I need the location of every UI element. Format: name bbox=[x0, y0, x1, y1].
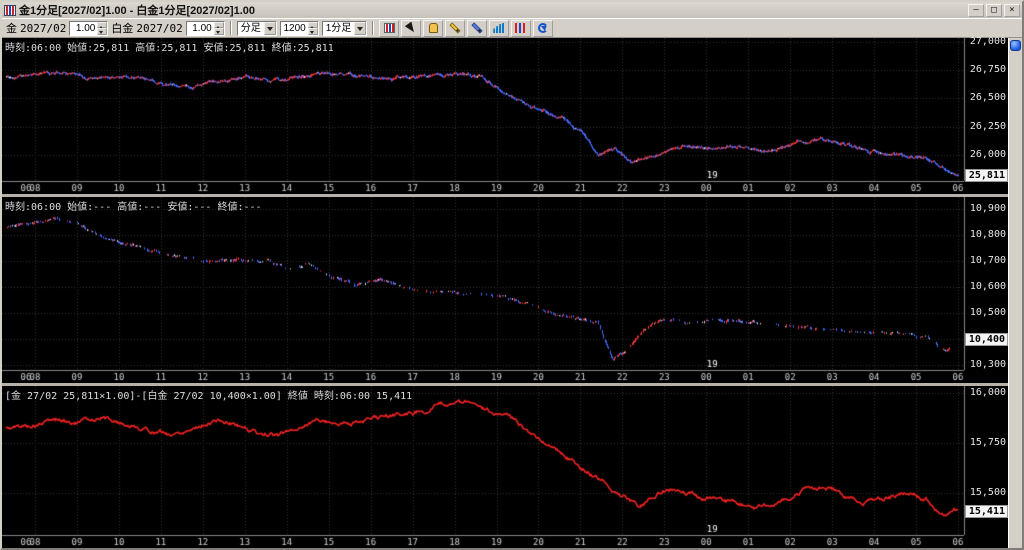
maximize-button[interactable]: □ bbox=[986, 3, 1002, 17]
y-axis-tick: 10,900 bbox=[969, 202, 1006, 214]
y-axis-tick: 10,700 bbox=[969, 254, 1006, 266]
bar-count-spinner[interactable]: 1200 bbox=[279, 20, 319, 36]
y-axis-tick: 10,300 bbox=[969, 359, 1006, 371]
spread-last-price-badge: 15,411 bbox=[965, 504, 1008, 518]
platinum-y-axis: 10,900 10,800 10,700 10,600 10,500 10,300 bbox=[965, 197, 1008, 383]
trendline-icon[interactable] bbox=[467, 19, 488, 37]
platinum-chart-panel[interactable]: 時刻:06:00 始値:--- 高値:--- 安値:--- 終値:--- 10,… bbox=[2, 194, 1008, 383]
chart-stack: 時刻:06:00 始値:25,811 高値:25,811 安値:25,811 終… bbox=[2, 35, 1008, 548]
chevron-down-icon[interactable] bbox=[263, 21, 276, 35]
window-title: 金1分足[2027/02]1.00 - 白金1分足[2027/02]1.00 bbox=[19, 5, 256, 17]
bar-count-value: 1200 bbox=[283, 22, 306, 34]
timeframe-value: 1分足 bbox=[325, 22, 352, 34]
hand-icon[interactable] bbox=[423, 19, 444, 37]
gold-label: 金 bbox=[6, 23, 17, 35]
two-color-chart-icon[interactable] bbox=[511, 19, 532, 37]
refresh-icon[interactable] bbox=[533, 19, 554, 37]
pencil-icon[interactable] bbox=[445, 19, 466, 37]
y-axis-tick: 10,500 bbox=[969, 307, 1006, 319]
y-axis-tick: 10,600 bbox=[969, 281, 1006, 292]
cursor-icon[interactable] bbox=[401, 19, 422, 37]
chart-type-dropdown[interactable]: 分足 bbox=[236, 20, 277, 36]
platinum-chart-canvas bbox=[2, 197, 1008, 383]
spinner-arrows-icon[interactable] bbox=[213, 21, 224, 35]
gold-ratio-value: 1.00 bbox=[75, 22, 96, 34]
y-axis-tick: 15,500 bbox=[969, 486, 1006, 498]
platinum-chart-info: 時刻:06:00 始値:--- 高値:--- 安値:--- 終値:--- bbox=[5, 202, 262, 213]
y-axis-tick: 15,750 bbox=[969, 436, 1006, 448]
window-controls: – □ × bbox=[968, 3, 1020, 17]
y-axis-tick: 26,750 bbox=[969, 63, 1006, 75]
toolbar: 金 2027/02 1.00 白金 2027/02 1.00 分足 1200 1… bbox=[2, 18, 1022, 38]
toolbar-separator bbox=[229, 21, 232, 35]
window-body: 時刻:06:00 始値:25,811 高値:25,811 安値:25,811 終… bbox=[2, 35, 1022, 548]
platinum-ratio-spinner[interactable]: 1.00 bbox=[185, 20, 225, 36]
chart-type-value: 分足 bbox=[240, 22, 261, 34]
y-axis-tick: 10,800 bbox=[969, 228, 1006, 240]
gold-last-price-badge: 25,811 bbox=[965, 169, 1008, 182]
spread-chart-canvas bbox=[2, 386, 1008, 548]
spread-y-axis: 16,000 15,750 15,500 bbox=[965, 386, 1008, 548]
spinner-arrows-icon[interactable] bbox=[307, 21, 318, 35]
right-side-strip bbox=[1008, 38, 1022, 548]
minimize-button[interactable]: – bbox=[968, 3, 984, 17]
candlestick-chart-icon[interactable] bbox=[379, 19, 400, 37]
spread-chart-panel[interactable]: [金 27/02 25,811×1.00]-[白金 27/02 10,400×1… bbox=[2, 383, 1008, 548]
gold-ratio-spinner[interactable]: 1.00 bbox=[69, 20, 109, 36]
side-tool-icon[interactable] bbox=[1010, 40, 1021, 51]
platinum-month-label: 2027/02 bbox=[136, 21, 183, 35]
y-axis-tick: 26,000 bbox=[969, 148, 1006, 160]
close-button[interactable]: × bbox=[1004, 3, 1020, 17]
toolbar-separator bbox=[372, 21, 375, 35]
spinner-arrows-icon[interactable] bbox=[97, 21, 108, 35]
app-window: 金1分足[2027/02]1.00 - 白金1分足[2027/02]1.00 –… bbox=[0, 0, 1024, 550]
gold-chart-panel[interactable]: 時刻:06:00 始値:25,811 高値:25,811 安値:25,811 終… bbox=[2, 35, 1008, 194]
titlebar[interactable]: 金1分足[2027/02]1.00 - 白金1分足[2027/02]1.00 –… bbox=[2, 2, 1022, 18]
chevron-down-icon[interactable] bbox=[354, 21, 367, 35]
app-icon bbox=[4, 4, 16, 16]
bar-chart-icon[interactable] bbox=[489, 19, 510, 37]
gold-chart-info: 時刻:06:00 始値:25,811 高値:25,811 安値:25,811 終… bbox=[5, 43, 334, 54]
y-axis-tick: 27,000 bbox=[969, 35, 1006, 47]
toolbar-icons bbox=[379, 19, 554, 37]
y-axis-tick: 16,000 bbox=[969, 386, 1006, 398]
gold-month-label: 2027/02 bbox=[20, 21, 67, 35]
y-axis-tick: 26,250 bbox=[969, 120, 1006, 132]
platinum-last-price-badge: 10,400 bbox=[965, 333, 1008, 347]
platinum-ratio-value: 1.00 bbox=[192, 22, 212, 34]
platinum-label: 白金 bbox=[111, 23, 134, 35]
spread-chart-info: [金 27/02 25,811×1.00]-[白金 27/02 10,400×1… bbox=[5, 391, 413, 402]
y-axis-tick: 26,500 bbox=[969, 92, 1006, 104]
timeframe-dropdown[interactable]: 1分足 bbox=[321, 20, 368, 36]
gold-chart-canvas bbox=[2, 38, 1008, 194]
